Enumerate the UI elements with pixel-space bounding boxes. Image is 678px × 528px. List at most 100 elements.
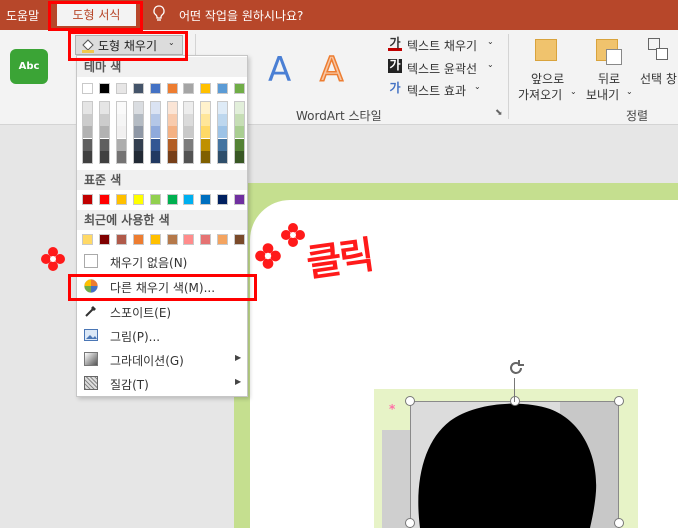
- chevron-down-icon[interactable]: ⌄: [474, 82, 481, 91]
- theme-shade-swatch[interactable]: [117, 138, 126, 151]
- standard-color-swatch[interactable]: [116, 194, 127, 205]
- theme-shade-swatch[interactable]: [184, 102, 193, 114]
- theme-shade-swatch[interactable]: [184, 138, 193, 151]
- theme-shade-swatch[interactable]: [168, 150, 177, 163]
- standard-color-swatch[interactable]: [183, 194, 194, 205]
- tell-me-box[interactable]: 어떤 작업을 원하시나요?: [179, 7, 303, 24]
- theme-shade-swatch[interactable]: [218, 102, 227, 114]
- recent-color-swatch[interactable]: [234, 234, 245, 245]
- theme-shade-swatch[interactable]: [218, 150, 227, 163]
- standard-color-swatch[interactable]: [133, 194, 144, 205]
- resize-handle[interactable]: [614, 396, 624, 406]
- send-backward-label-1[interactable]: 뒤로: [598, 70, 620, 87]
- theme-color-swatch[interactable]: [116, 83, 127, 94]
- bring-forward-label-1[interactable]: 앞으로: [531, 70, 564, 87]
- standard-color-swatch[interactable]: [99, 194, 110, 205]
- theme-color-swatch[interactable]: [183, 83, 194, 94]
- theme-shade-swatch[interactable]: [201, 150, 210, 163]
- theme-shade-swatch[interactable]: [184, 114, 193, 127]
- resize-handle[interactable]: [405, 396, 415, 406]
- resize-handle[interactable]: [510, 396, 520, 406]
- theme-color-swatch[interactable]: [133, 83, 144, 94]
- theme-shade-swatch[interactable]: [168, 114, 177, 127]
- theme-color-swatch[interactable]: [150, 83, 161, 94]
- picture-item[interactable]: 그림(P)...: [77, 324, 247, 346]
- theme-shade-swatch[interactable]: [100, 126, 109, 139]
- gradient-item[interactable]: 그라데이션(G) ▶: [77, 348, 247, 370]
- theme-shade-swatch[interactable]: [201, 102, 210, 114]
- theme-shade-swatch[interactable]: [83, 114, 92, 127]
- standard-color-swatch[interactable]: [217, 194, 228, 205]
- theme-shade-swatch[interactable]: [117, 150, 126, 163]
- theme-shade-swatch[interactable]: [218, 126, 227, 139]
- chevron-down-icon[interactable]: ⌄: [487, 60, 494, 69]
- tab-help[interactable]: 도움말: [6, 7, 39, 24]
- theme-shade-swatch[interactable]: [184, 126, 193, 139]
- theme-shade-swatch[interactable]: [151, 126, 160, 139]
- theme-shade-swatch[interactable]: [218, 114, 227, 127]
- eyedropper-item[interactable]: 스포이트(E): [77, 300, 247, 322]
- theme-shade-swatch[interactable]: [83, 150, 92, 163]
- theme-shade-swatch[interactable]: [168, 138, 177, 151]
- text-effect-button[interactable]: 텍스트 효과: [407, 82, 466, 99]
- chevron-down-icon[interactable]: ⌄: [487, 37, 494, 46]
- theme-color-swatch[interactable]: [99, 83, 110, 94]
- recent-color-swatch[interactable]: [82, 234, 93, 245]
- theme-color-swatch[interactable]: [217, 83, 228, 94]
- theme-shade-swatch[interactable]: [134, 126, 143, 139]
- theme-shade-swatch[interactable]: [100, 138, 109, 151]
- theme-shade-swatch[interactable]: [117, 114, 126, 127]
- theme-shade-swatch[interactable]: [235, 126, 244, 139]
- theme-shade-swatch[interactable]: [235, 114, 244, 127]
- theme-color-swatch[interactable]: [200, 83, 211, 94]
- theme-shade-swatch[interactable]: [151, 138, 160, 151]
- theme-shade-swatch[interactable]: [168, 102, 177, 114]
- theme-shade-swatch[interactable]: [83, 126, 92, 139]
- text-outline-button[interactable]: 텍스트 윤곽선: [407, 60, 477, 77]
- theme-color-swatch[interactable]: [82, 83, 93, 94]
- recent-color-swatch[interactable]: [200, 234, 211, 245]
- standard-color-swatch[interactable]: [167, 194, 178, 205]
- texture-item[interactable]: 질감(T) ▶: [77, 372, 247, 394]
- recent-color-swatch[interactable]: [116, 234, 127, 245]
- standard-color-swatch[interactable]: [200, 194, 211, 205]
- recent-color-swatch[interactable]: [217, 234, 228, 245]
- recent-color-swatch[interactable]: [133, 234, 144, 245]
- chevron-down-icon[interactable]: ⌄: [570, 87, 577, 96]
- theme-shade-swatch[interactable]: [151, 102, 160, 114]
- theme-shade-swatch[interactable]: [100, 102, 109, 114]
- resize-handle[interactable]: [405, 518, 415, 528]
- theme-color-swatch[interactable]: [167, 83, 178, 94]
- theme-shade-swatch[interactable]: [168, 126, 177, 139]
- theme-shade-swatch[interactable]: [100, 114, 109, 127]
- selection-pane-button[interactable]: 선택 창: [640, 70, 677, 87]
- theme-shade-swatch[interactable]: [151, 150, 160, 163]
- theme-shade-swatch[interactable]: [201, 126, 210, 139]
- send-backward-button[interactable]: 보내기: [586, 86, 619, 103]
- theme-shade-swatch[interactable]: [151, 114, 160, 127]
- bring-forward-button[interactable]: 가져오기: [518, 86, 562, 103]
- no-fill-item[interactable]: 채우기 없음(N): [77, 250, 247, 272]
- theme-shade-swatch[interactable]: [184, 150, 193, 163]
- theme-shade-swatch[interactable]: [235, 150, 244, 163]
- wordart-style-orange[interactable]: A: [319, 49, 344, 91]
- recent-color-swatch[interactable]: [150, 234, 161, 245]
- theme-shade-swatch[interactable]: [117, 102, 126, 114]
- text-fill-button[interactable]: 텍스트 채우기: [407, 37, 477, 54]
- theme-shade-swatch[interactable]: [218, 138, 227, 151]
- theme-shade-swatch[interactable]: [201, 114, 210, 127]
- resize-handle[interactable]: [614, 518, 624, 528]
- theme-shade-swatch[interactable]: [83, 102, 92, 114]
- theme-shade-swatch[interactable]: [83, 138, 92, 151]
- theme-shade-swatch[interactable]: [235, 138, 244, 151]
- standard-color-swatch[interactable]: [234, 194, 245, 205]
- shape-style-sample[interactable]: Abc: [10, 49, 48, 84]
- recent-color-swatch[interactable]: [183, 234, 194, 245]
- theme-shade-swatch[interactable]: [235, 102, 244, 114]
- theme-shade-swatch[interactable]: [201, 138, 210, 151]
- rotate-handle-icon[interactable]: [506, 358, 526, 381]
- theme-color-swatch[interactable]: [234, 83, 245, 94]
- standard-color-swatch[interactable]: [82, 194, 93, 205]
- recent-color-swatch[interactable]: [167, 234, 178, 245]
- recent-color-swatch[interactable]: [99, 234, 110, 245]
